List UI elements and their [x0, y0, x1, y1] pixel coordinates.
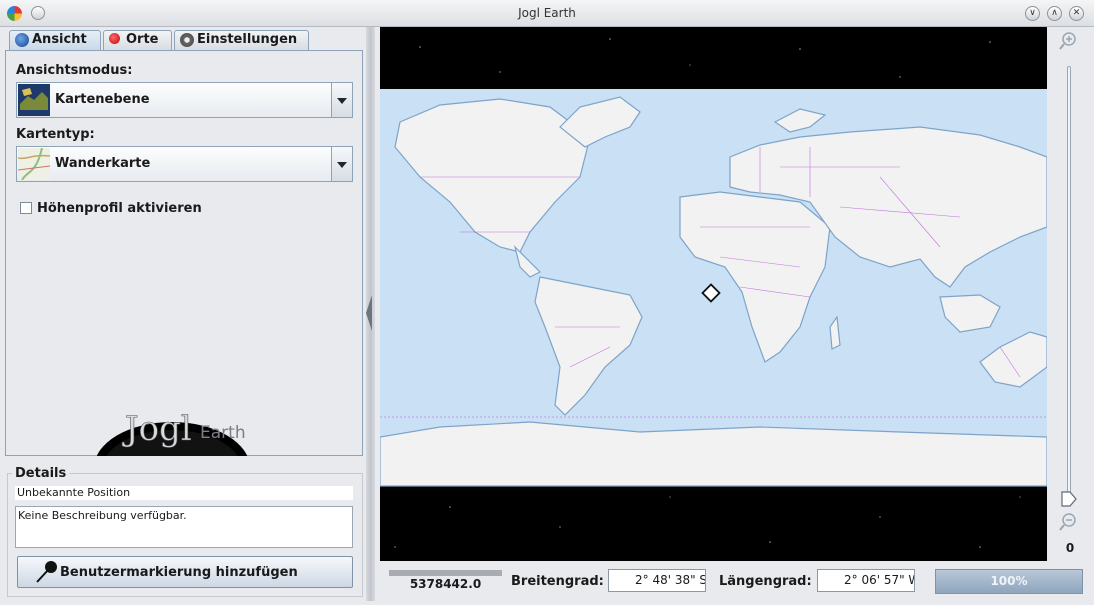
tab-orte[interactable]: Orte — [103, 30, 172, 50]
scale-bar — [389, 570, 502, 576]
zoom-slider[interactable] — [1067, 66, 1071, 496]
tab-einstellungen[interactable]: Einstellungen — [174, 30, 309, 50]
map-layer-thumbnail-icon — [18, 84, 50, 116]
description-field[interactable]: Keine Beschreibung verfügbar. — [15, 506, 353, 548]
close-button[interactable]: ✕ — [1069, 6, 1084, 21]
view-mode-select[interactable]: Kartenebene — [16, 82, 353, 118]
map-type-label: Kartentyp: — [16, 127, 95, 142]
details-title: Details — [12, 466, 70, 481]
tab-label: Ansicht — [32, 32, 87, 47]
close-icon: ✕ — [1072, 8, 1081, 18]
map-type-select[interactable]: Wanderkarte — [16, 146, 353, 182]
add-user-marker-label: Benutzermarkierung hinzufügen — [60, 565, 298, 580]
tab-label: Orte — [126, 32, 159, 47]
tab-ansicht[interactable]: Ansicht — [9, 30, 101, 51]
world-map[interactable] — [380, 27, 1047, 561]
logo-text-main: Jogl — [122, 409, 192, 449]
zoom-in-button[interactable] — [1058, 31, 1078, 51]
view-mode-label: Ansichtsmodus: — [16, 63, 133, 78]
zoom-out-icon — [1059, 513, 1076, 531]
tab-label: Einstellungen — [197, 32, 298, 47]
add-user-marker-button[interactable]: Benutzermarkierung hinzufügen — [17, 556, 353, 588]
jogl-earth-logo: Jogl Earth — [97, 398, 277, 456]
map-pin-icon — [109, 33, 120, 44]
zoom-out-button[interactable] — [1058, 512, 1078, 532]
chevron-down-icon[interactable] — [331, 83, 352, 117]
gear-icon — [180, 33, 194, 47]
latitude-label: Breitengrad: — [511, 574, 604, 589]
chevron-down-icon[interactable] — [331, 147, 352, 181]
progress-bar: 100% — [935, 569, 1083, 594]
latitude-field[interactable]: 2° 48' 38" S — [608, 569, 706, 592]
position-field: Unbekannte Position — [15, 486, 353, 500]
chevron-down-icon: ∨ — [1029, 8, 1036, 18]
elevation-checkbox[interactable] — [20, 202, 32, 214]
map-view[interactable] — [380, 27, 1047, 561]
map-type-value: Wanderkarte — [55, 156, 151, 171]
globe-icon — [15, 33, 29, 47]
window-title: Jogl Earth — [518, 6, 576, 20]
chevron-up-icon: ∧ — [1051, 8, 1058, 18]
elevation-checkbox-label[interactable]: Höhenprofil aktivieren — [37, 201, 202, 216]
maximize-button[interactable]: ∧ — [1047, 6, 1062, 21]
collapse-arrow-icon[interactable] — [366, 295, 372, 331]
longitude-label: Längengrad: — [719, 574, 812, 589]
scale-value: 5378442.0 — [409, 577, 482, 591]
zoom-in-icon — [1059, 32, 1076, 50]
longitude-field[interactable]: 2° 06' 57" W — [817, 569, 915, 592]
hiking-map-thumbnail-icon — [18, 148, 50, 180]
minimize-button[interactable]: ∨ — [1025, 6, 1040, 21]
zoom-level-value: 0 — [1065, 541, 1075, 555]
logo-text-sub: Earth — [200, 423, 246, 443]
marker-pin-icon — [36, 561, 57, 583]
view-mode-value: Kartenebene — [55, 92, 150, 107]
